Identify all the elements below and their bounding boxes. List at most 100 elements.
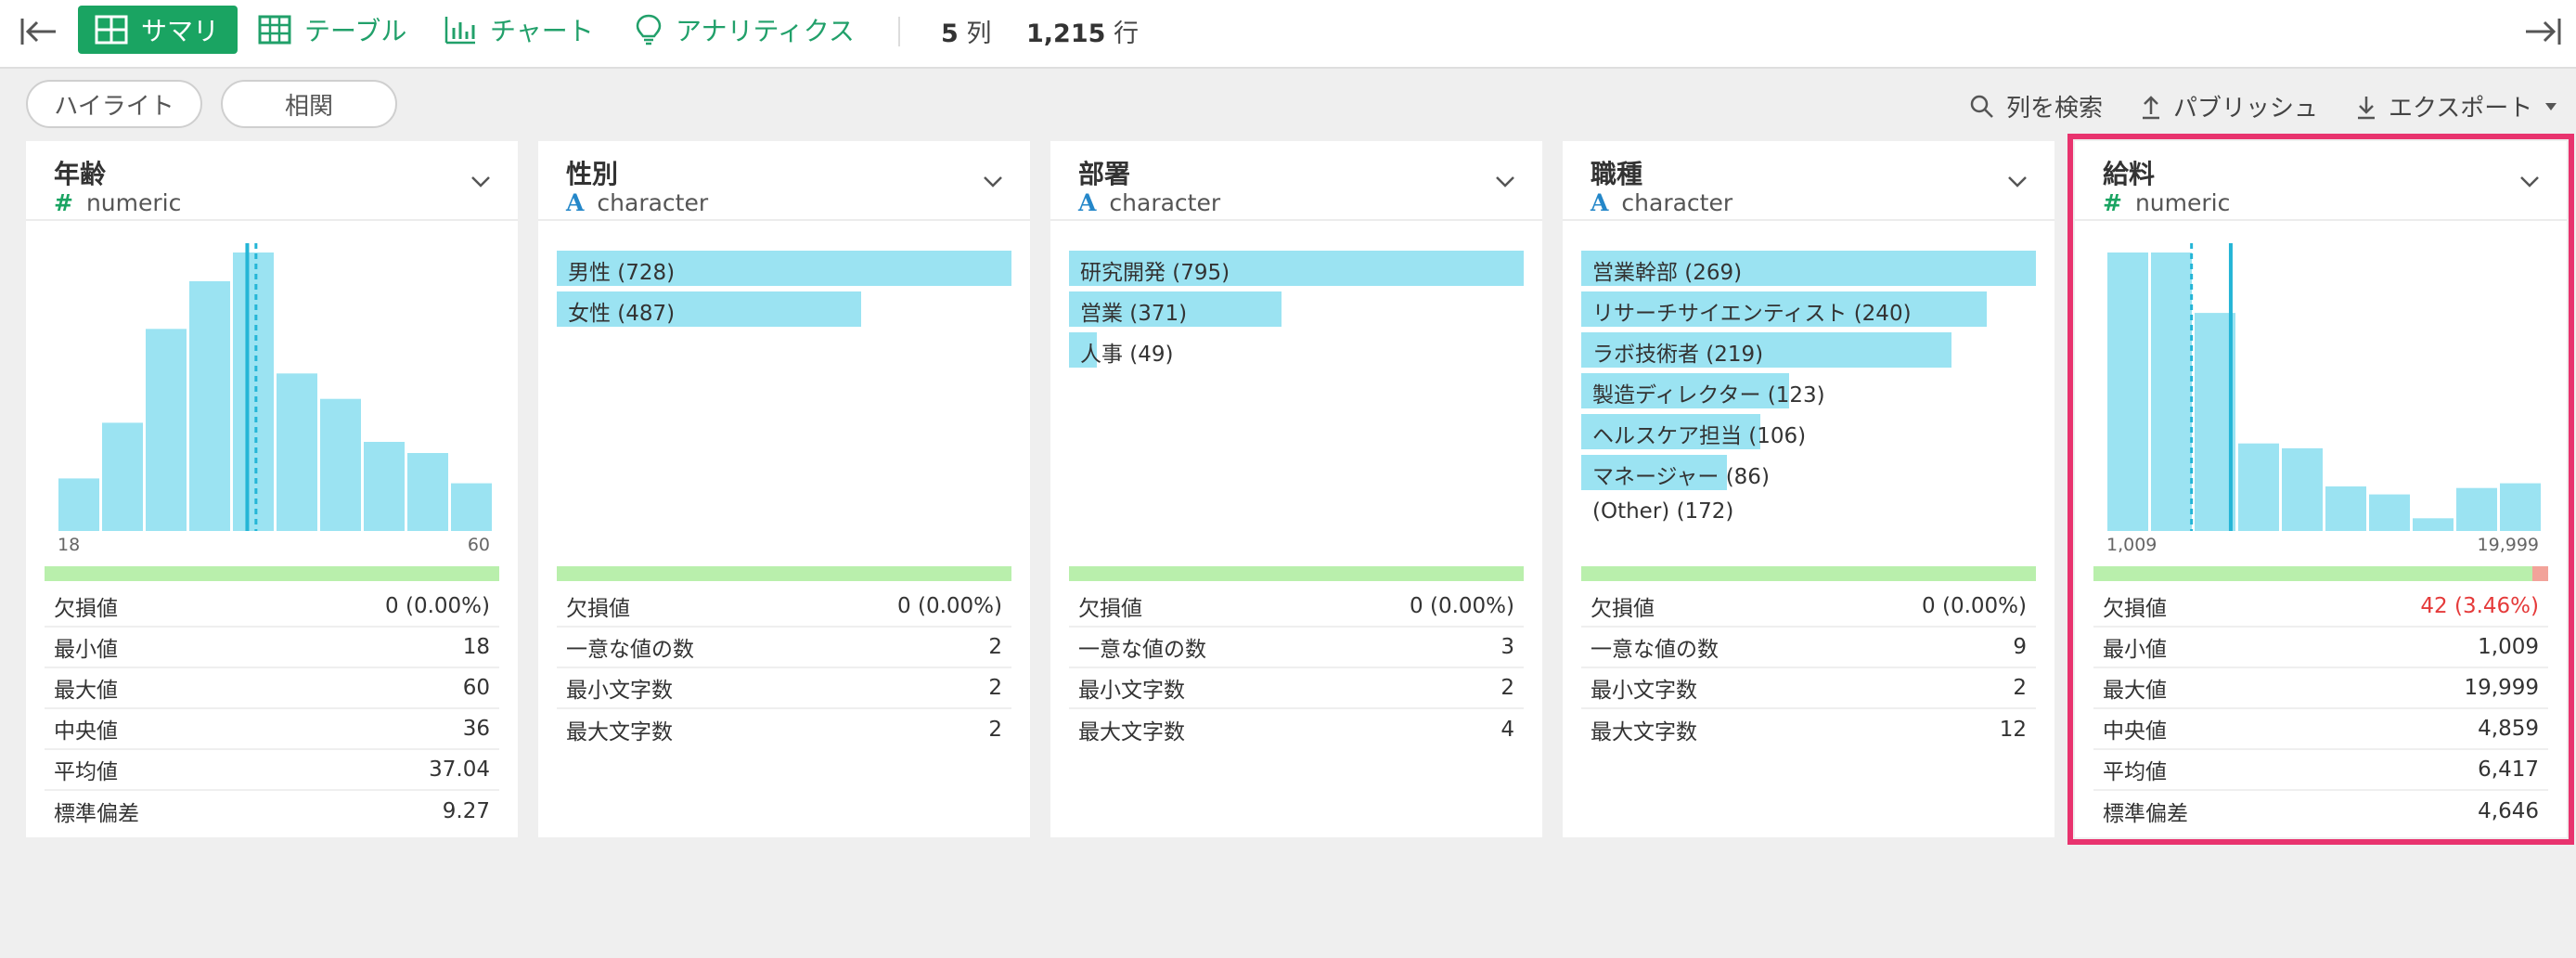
tab-table-label: テーブル [304, 16, 407, 46]
stat-label: 欠損値 [1591, 597, 1655, 621]
column-card[interactable]: 職種 Acharacter 営業幹部 (269) リサーチサイエンティスト (240)… [1563, 141, 2054, 837]
value-bar-row[interactable]: リサーチサイエンティスト (240) [1581, 290, 2036, 330]
stat-value: 36 [462, 717, 490, 741]
stat-row: 欠損値 0 (0.00%) [45, 587, 499, 628]
column-name: 年齢 [54, 159, 107, 189]
collapse-left-icon[interactable] [19, 15, 59, 48]
stat-row: 最大値 19,999 [2093, 668, 2548, 709]
chevron-down-icon[interactable] [982, 175, 1004, 189]
histogram-min-label: 1,009 [2106, 535, 2157, 555]
histogram-bar[interactable] [277, 373, 317, 531]
publish-button[interactable]: パブリッシュ [2140, 89, 2318, 123]
stat-row: 標準偏差 9.27 [45, 791, 499, 832]
histogram-bar[interactable] [2369, 494, 2410, 531]
chevron-down-icon[interactable] [2006, 175, 2029, 189]
tab-summary-label: サマリ [141, 16, 220, 46]
collapse-right-icon[interactable] [2522, 15, 2563, 48]
data-quality-bar [1581, 566, 2036, 581]
chevron-down-icon[interactable] [470, 175, 492, 189]
histogram-bar[interactable] [2500, 483, 2541, 531]
highlight-button[interactable]: ハイライト [26, 80, 202, 128]
histogram-bar[interactable] [2151, 252, 2192, 531]
search-columns-button[interactable]: 列を検索 [1969, 89, 2103, 123]
export-button[interactable]: エクスポート [2355, 89, 2558, 123]
stat-row: 一意な値の数 3 [1069, 628, 1524, 668]
value-bar-row[interactable]: 製造ディレクター (123) [1581, 371, 2036, 412]
histogram-bar[interactable] [407, 453, 448, 531]
column-type: Acharacter [1591, 189, 1732, 216]
stats-table: 欠損値 42 (3.46%) 最小値 1,009 最大値 19,999 中央値 4,859 平均… [2093, 587, 2548, 832]
histogram-bar[interactable] [2107, 252, 2148, 531]
histogram-bar[interactable] [233, 252, 274, 531]
histogram-bar[interactable] [2238, 443, 2279, 531]
histogram-bar[interactable] [2413, 518, 2454, 531]
histogram-bar[interactable] [364, 442, 405, 531]
value-bar-row[interactable]: 人事 (49) [1069, 330, 1524, 371]
value-bar-row[interactable]: 営業 (371) [1069, 290, 1524, 330]
stat-label: 標準偏差 [54, 802, 139, 826]
value-bar-row[interactable]: ラボ技術者 (219) [1581, 330, 2036, 371]
histogram-bar[interactable] [58, 478, 99, 531]
column-name: 職種 [1591, 159, 1643, 189]
column-card[interactable]: 年齢 # numeric 18 60 欠損値 0 (0.00%) 最小値 18 最大値 60 中央値 3… [26, 141, 518, 837]
value-bar-row[interactable]: 男性 (728) [557, 249, 1011, 290]
stat-label: 最大文字数 [1078, 720, 1185, 744]
tab-chart[interactable]: チャート [427, 6, 612, 54]
value-bar-label: ラボ技術者 (219) [1592, 343, 1764, 367]
column-card[interactable]: 部署 Acharacter 研究開発 (795) 営業 (371) 人事 (49) 欠損値… [1050, 141, 1542, 837]
value-bar-row[interactable]: 女性 (487) [557, 290, 1011, 330]
histogram-bar[interactable] [451, 483, 492, 531]
value-bar-row[interactable]: (Other) (172) [1581, 494, 2036, 535]
column-type: Acharacter [1078, 189, 1220, 216]
value-bar-row[interactable]: マネージャー (86) [1581, 453, 2036, 494]
value-bar-label: 研究開発 (795) [1080, 261, 1230, 285]
column-type-label: numeric [2134, 189, 2231, 216]
histogram-bar[interactable] [102, 422, 143, 531]
data-quality-bar [2093, 566, 2548, 581]
stat-row: 最小値 1,009 [2093, 628, 2548, 668]
stat-value: 0 (0.00%) [385, 594, 490, 618]
value-bar-label: 営業 (371) [1080, 302, 1188, 326]
column-card-header: 給料 # numeric [2075, 141, 2567, 221]
histogram-bar[interactable] [2456, 487, 2497, 531]
histogram-bar[interactable] [2282, 447, 2323, 531]
stats-table: 欠損値 0 (0.00%) 最小値 18 最大値 60 中央値 36 平均値 37.04 標準偏差 9… [45, 587, 499, 832]
histogram-bar[interactable] [189, 280, 230, 531]
histogram-bar[interactable] [320, 398, 361, 531]
stat-value: 2 [1501, 676, 1514, 700]
stat-value: 3 [1501, 635, 1514, 659]
tab-summary[interactable]: サマリ [78, 6, 238, 54]
stat-value: 60 [462, 676, 490, 700]
correlation-button[interactable]: 相関 [221, 80, 397, 128]
stat-label: 欠損値 [2103, 597, 2167, 621]
stat-label: 最小文字数 [566, 679, 673, 703]
missing-ratio-bar [2532, 566, 2548, 581]
stat-label: 欠損値 [1078, 597, 1142, 621]
chevron-down-icon[interactable] [2518, 175, 2541, 189]
column-card[interactable]: 性別 Acharacter 男性 (728) 女性 (487) 欠損値 0 (0.00%)… [538, 141, 1030, 837]
chevron-down-icon[interactable] [1494, 175, 1516, 189]
stat-label: 最小文字数 [1591, 679, 1697, 703]
stat-value: 2 [988, 676, 1002, 700]
character-type-icon: A [566, 189, 585, 216]
row-count: 1,215 行 [1026, 13, 1139, 49]
table-icon [258, 15, 291, 45]
histogram-bar[interactable] [146, 329, 187, 531]
top-toolbar: サマリ テーブル チャート アナリティクス 5 列 1,215 行 [0, 0, 2576, 69]
tab-analytics[interactable]: アナリティクス [618, 6, 873, 54]
value-bar-row[interactable]: ヘルスケア担当 (106) [1581, 412, 2036, 453]
value-bar-row[interactable]: 営業幹部 (269) [1581, 249, 2036, 290]
value-bar-row[interactable]: 研究開発 (795) [1069, 249, 1524, 290]
stat-row: 一意な値の数 2 [557, 628, 1011, 668]
stat-row: 最大値 60 [45, 668, 499, 709]
histogram-bar[interactable] [2325, 486, 2366, 531]
bar-chart-icon [444, 17, 475, 45]
tab-table[interactable]: テーブル [241, 6, 425, 54]
search-columns-label: 列を検索 [2006, 95, 2104, 123]
stat-value: 4,859 [2478, 717, 2539, 741]
toolbar-divider [898, 17, 900, 46]
column-card[interactable]: 給料 # numeric 1,009 19,999 欠損値 42 (3.46%) 最小値 1,0… [2067, 134, 2574, 845]
stats-table: 欠損値 0 (0.00%) 一意な値の数 2 最小文字数 2 最大文字数 2 [557, 587, 1011, 750]
value-bar-label: マネージャー (86) [1592, 465, 1770, 489]
numeric-type-icon: # [54, 189, 73, 216]
